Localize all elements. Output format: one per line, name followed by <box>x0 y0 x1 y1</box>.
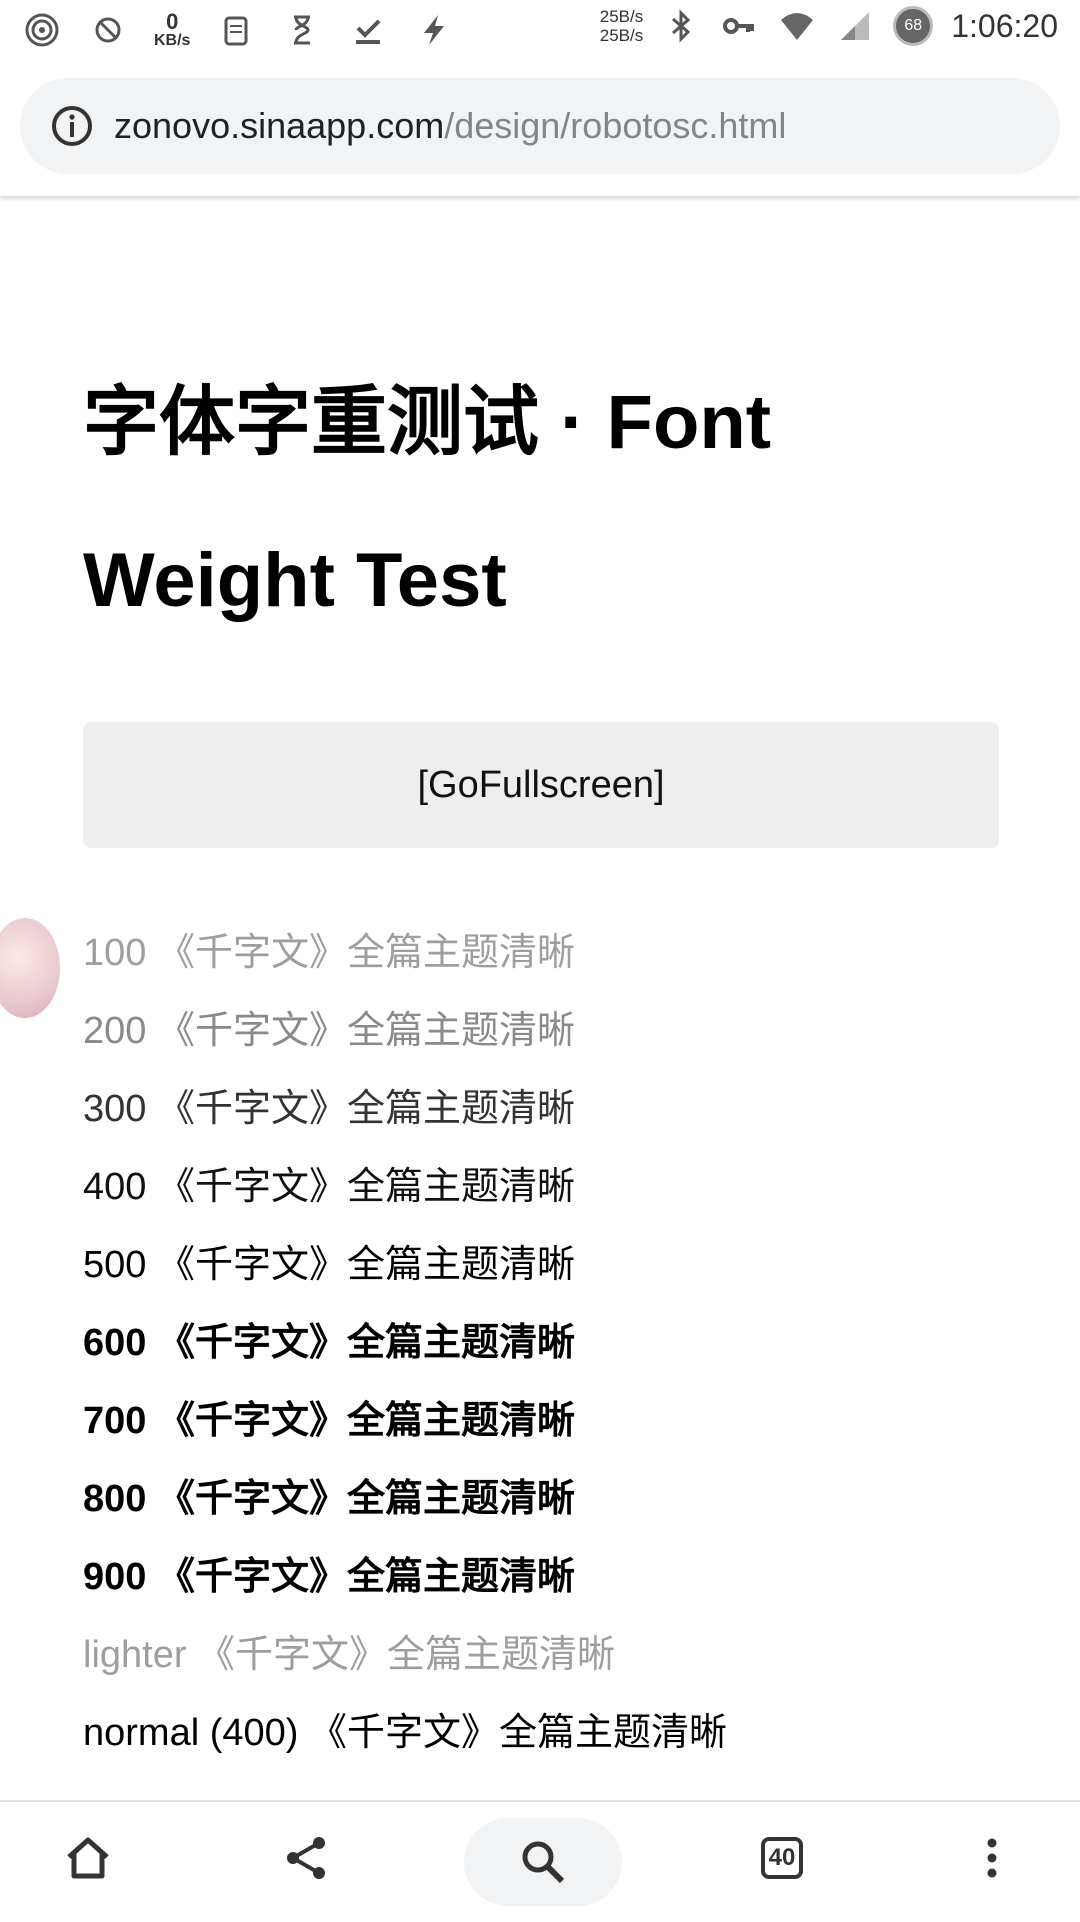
block-icon <box>88 10 128 50</box>
browser-toolbar: zonovo.sinaapp.com/design/robotosc.html <box>0 60 1080 196</box>
weight-line-lighter: lighter 《千字文》全篇主题清晰 <box>83 1634 616 1676</box>
download-done-icon <box>348 10 388 50</box>
bottom-toolbar: 40 <box>0 1800 1080 1922</box>
network-speed-indicator: 0 KB/s <box>154 11 190 49</box>
weight-line-800: 800 《千字文》全篇主题清晰 <box>83 1478 575 1520</box>
tab-switcher-button[interactable]: 40 <box>742 1818 822 1898</box>
url-path: /design/robotosc.html <box>444 105 787 146</box>
vpn-key-icon <box>719 6 759 46</box>
hourglass-icon <box>282 10 322 50</box>
weight-line-700: 700 《千字文》全篇主题清晰 <box>83 1400 575 1442</box>
weight-line-100: 100 《千字文》全篇主题清晰 <box>83 932 575 974</box>
share-button[interactable] <box>266 1818 346 1898</box>
weight-line-normal: normal (400) 《千字文》全篇主题清晰 <box>83 1712 727 1754</box>
weight-line-300: 300 《千字文》全篇主题清晰 <box>83 1088 575 1130</box>
cell-signal-icon <box>835 6 875 46</box>
go-fullscreen-button[interactable]: [GoFullscreen] <box>83 722 999 848</box>
weight-line-600: 600 《千字文》全篇主题清晰 <box>83 1322 575 1364</box>
status-bar: 0 KB/s 25B/s 25B/s 68 1:06:20 <box>0 0 1080 60</box>
net-speed-unit: KB/s <box>154 32 191 49</box>
share-icon <box>287 1837 325 1879</box>
floating-avatar[interactable] <box>0 918 60 1018</box>
home-button[interactable] <box>48 1818 128 1898</box>
weight-line-400: 400 《千字文》全篇主题清晰 <box>83 1166 575 1208</box>
upload-speed: 25B/s <box>599 7 644 26</box>
net-speed-value: 0 <box>166 9 179 34</box>
network-speed-updown: 25B/s 25B/s <box>600 7 643 45</box>
home-icon <box>67 1837 109 1879</box>
search-button[interactable] <box>464 1818 622 1906</box>
weight-line-900: 900 《千字文》全篇主题清晰 <box>83 1556 575 1598</box>
page-content: 字体字重测试 · Font Weight Test [GoFullscreen]… <box>0 196 1080 1800</box>
battery-indicator: 68 <box>893 6 934 46</box>
wifi-icon <box>777 6 817 46</box>
clock: 1:06:20 <box>951 7 1058 44</box>
hotspot-icon <box>22 10 62 50</box>
flash-icon <box>414 10 454 50</box>
tab-count-icon: 40 <box>761 1837 803 1879</box>
weight-line-200: 200 《千字文》全篇主题清晰 <box>83 1010 575 1052</box>
search-icon <box>522 1841 565 1884</box>
document-icon <box>216 10 256 50</box>
download-speed: 25B/s <box>599 26 644 45</box>
more-vert-icon <box>987 1838 997 1878</box>
url-bar[interactable]: zonovo.sinaapp.com/design/robotosc.html <box>20 78 1060 174</box>
more-menu-button[interactable] <box>952 1818 1032 1898</box>
url-host: zonovo.sinaapp.com <box>114 105 445 146</box>
weight-list: 100 《千字文》全篇主题清晰 200 《千字文》全篇主题清晰 300 《千字文… <box>83 914 983 1772</box>
weight-line-500: 500 《千字文》全篇主题清晰 <box>83 1244 575 1286</box>
bluetooth-icon <box>661 6 701 46</box>
url-text[interactable]: zonovo.sinaapp.com/design/robotosc.html <box>114 105 786 147</box>
page-title: 字体字重测试 · Font Weight Test <box>83 380 772 623</box>
info-icon[interactable] <box>50 104 94 148</box>
